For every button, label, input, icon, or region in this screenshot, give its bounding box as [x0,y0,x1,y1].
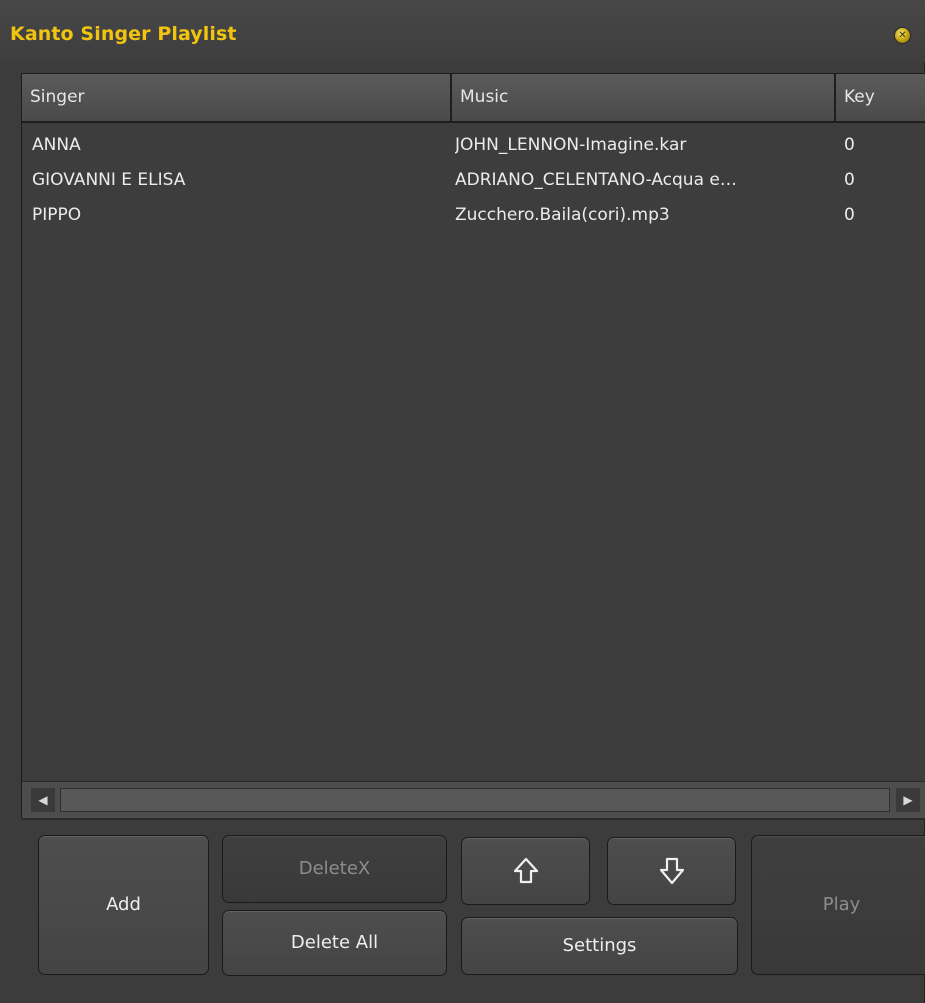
cell-key: 0 [844,170,855,190]
scroll-right-icon[interactable]: ▶ [896,788,920,812]
title-bar[interactable]: Kanto Singer Playlist ✕ [0,0,925,62]
add-button[interactable]: Add [38,835,209,975]
cell-music: ADRIANO_CELENTANO-Acqua e… [455,170,737,190]
settings-button[interactable]: Settings [461,917,738,975]
cell-music: JOHN_LENNON-Imagine.kar [455,135,687,155]
move-down-button[interactable] [607,837,736,905]
move-up-button[interactable] [461,837,590,905]
cell-singer: GIOVANNI E ELISA [32,170,186,190]
close-icon[interactable]: ✕ [895,28,910,43]
column-header-key[interactable]: Key [836,74,925,121]
arrow-down-icon [659,857,684,885]
scroll-left-icon[interactable]: ◀ [31,788,55,812]
delete-all-button[interactable]: Delete All [222,910,447,976]
cell-key: 0 [844,135,855,155]
playlist-table[interactable]: Singer Music Key ANNA JOHN_LENNON-Imagin… [21,73,925,818]
deletex-button[interactable]: DeleteX [222,835,447,903]
table-row[interactable]: ANNA JOHN_LENNON-Imagine.kar 0 [22,129,925,161]
horizontal-scrollbar[interactable]: ◀ ▶ [22,781,925,818]
cell-music: Zucchero.Baila(cori).mp3 [455,205,670,225]
arrow-up-icon [513,857,538,884]
play-button[interactable]: Play [751,835,925,975]
column-header-singer[interactable]: Singer [22,74,452,121]
table-header: Singer Music Key [22,74,925,123]
cell-singer: PIPPO [32,205,82,225]
table-row[interactable]: PIPPO Zucchero.Baila(cori).mp3 0 [22,199,925,231]
divider [21,818,925,820]
window-title: Kanto Singer Playlist [10,23,237,45]
column-header-music[interactable]: Music [452,74,836,121]
scrollbar-thumb[interactable] [60,788,890,812]
playlist-window: Kanto Singer Playlist ✕ Singer Music Key… [0,0,925,1003]
cell-key: 0 [844,205,855,225]
cell-singer: ANNA [32,135,81,155]
table-row[interactable]: GIOVANNI E ELISA ADRIANO_CELENTANO-Acqua… [22,164,925,196]
